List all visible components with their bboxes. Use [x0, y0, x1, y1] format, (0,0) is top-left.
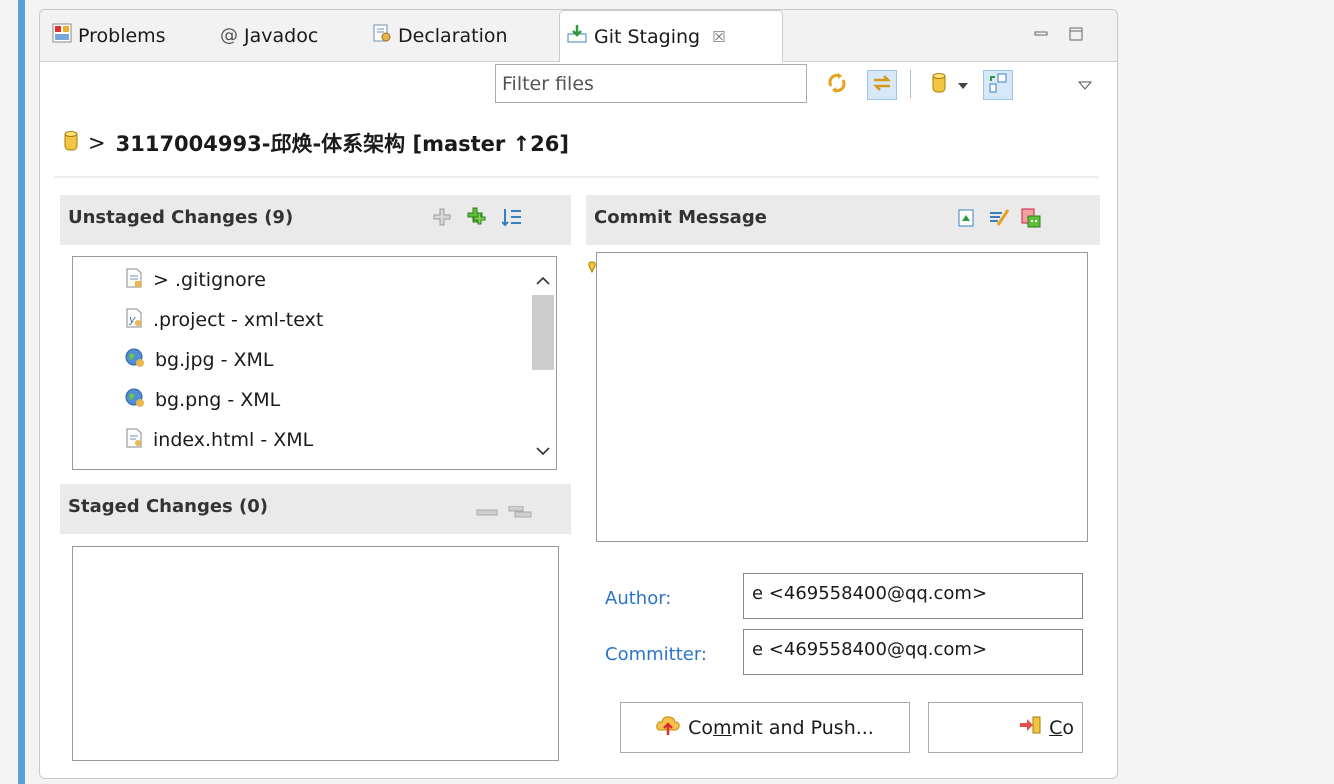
sort-icon[interactable] [501, 207, 522, 232]
commit-message-title: Commit Message [594, 207, 767, 228]
commit-push-label-end: mit and Push... [731, 716, 874, 739]
author-label: Author: [605, 588, 672, 609]
author-field[interactable]: e <469558400@qq.com> [743, 573, 1083, 619]
unstaged-changes-header: Unstaged Changes (9) [60, 195, 571, 245]
repository-dropdown-button[interactable] [953, 70, 973, 100]
html-file-icon [125, 428, 143, 453]
commit-label: Co [1049, 717, 1074, 739]
link-selection-icon [871, 72, 893, 99]
list-item[interactable]: index.html - XML [125, 425, 313, 455]
scroll-down-icon[interactable] [536, 439, 550, 461]
presentation-layout-button[interactable] [983, 70, 1013, 100]
commit-message-header: Commit Message [586, 195, 1100, 245]
view-menu-button[interactable] [1070, 70, 1100, 100]
committer-label: Committer: [605, 644, 707, 665]
amend-icon[interactable] [956, 207, 978, 234]
toolbar-separator [910, 70, 911, 98]
repo-prefix: > [88, 131, 106, 155]
declaration-icon [372, 23, 392, 48]
refresh-button[interactable] [822, 70, 852, 100]
svg-text:y: y [128, 313, 136, 326]
signed-off-icon[interactable] [988, 207, 1010, 234]
divider [54, 176, 1099, 178]
commit-message-textarea[interactable] [596, 252, 1088, 542]
commit-mnemonic: C [1049, 716, 1063, 739]
commit-push-label-start: Co [688, 716, 714, 739]
view-menu-icon [1077, 74, 1093, 96]
file-label: index.html - XML [153, 429, 314, 451]
tab-javadoc[interactable]: @ Javadoc [220, 10, 318, 61]
change-id-icon[interactable] [1020, 207, 1042, 234]
text-file-icon [125, 268, 143, 293]
javadoc-icon: @ [220, 25, 238, 46]
tab-label: Git Staging [594, 25, 701, 48]
repository-button[interactable] [924, 70, 954, 100]
commit-label-rest: o [1062, 716, 1074, 739]
scroll-thumb[interactable] [532, 295, 554, 370]
globe-file-icon [125, 388, 145, 413]
git-staging-view: Problems @ Javadoc Declaration Git Stagi… [39, 9, 1118, 779]
file-label: bg.png - XML [155, 389, 281, 411]
file-label: bg.jpg - XML [155, 349, 274, 371]
unstage-selected-icon[interactable] [476, 502, 498, 523]
file-label: > .gitignore [153, 269, 266, 291]
tab-problems[interactable]: Problems [52, 10, 166, 61]
staged-changes-title: Staged Changes (0) [68, 496, 268, 517]
chevron-down-icon [958, 74, 968, 96]
commit-and-push-button[interactable]: Commit and Push... [620, 702, 910, 753]
refresh-icon [826, 72, 848, 99]
tab-label: Problems [78, 24, 166, 47]
stage-selected-icon[interactable] [432, 207, 452, 232]
layout-icon [987, 72, 1009, 99]
tab-git-staging[interactable]: Git Staging ☒ [559, 10, 783, 62]
unstaged-changes-title: Unstaged Changes (9) [68, 207, 294, 228]
stage-all-icon[interactable] [466, 207, 488, 232]
scroll-up-icon[interactable] [536, 269, 550, 291]
link-selection-button[interactable] [867, 70, 897, 100]
committer-field[interactable]: e <469558400@qq.com> [743, 629, 1083, 675]
minimize-icon[interactable] [1034, 24, 1048, 38]
list-item[interactable]: y .project - xml-text [125, 305, 323, 335]
file-label: .project - xml-text [153, 309, 324, 331]
staged-files-list[interactable] [72, 546, 559, 761]
commit-push-icon [656, 714, 680, 741]
tab-declaration[interactable]: Declaration [372, 10, 508, 61]
filter-files-input[interactable]: Filter files [495, 64, 807, 103]
tab-label: Javadoc [244, 24, 319, 47]
commit-button[interactable]: Co [928, 702, 1083, 753]
maximize-icon[interactable] [1069, 24, 1083, 41]
problems-icon [52, 23, 72, 48]
tab-label: Declaration [398, 24, 508, 47]
repo-name: 3117004993-邱焕-体系架构 [master ↑26] [115, 132, 569, 156]
git-staging-icon [566, 23, 588, 50]
xml-file-icon: y [125, 308, 143, 333]
commit-push-mnemonic: m [713, 716, 732, 739]
repository-icon [931, 71, 947, 100]
repository-icon [64, 130, 78, 157]
commit-and-push-label: Commit and Push... [688, 717, 874, 739]
list-item[interactable]: bg.jpg - XML [125, 345, 274, 375]
close-tab-icon[interactable]: ☒ [712, 28, 725, 46]
list-item[interactable]: > .gitignore [125, 265, 266, 295]
unstaged-scrollbar[interactable] [530, 257, 556, 469]
staged-changes-header: Staged Changes (0) [60, 484, 571, 534]
list-item[interactable]: bg.png - XML [125, 385, 280, 415]
unstage-all-icon[interactable] [508, 502, 532, 523]
globe-file-icon [125, 348, 145, 373]
commit-icon [1019, 715, 1041, 740]
repository-title: > 3117004993-邱焕-体系架构 [master ↑26] [64, 128, 569, 158]
left-accent-bar [18, 0, 25, 784]
unstaged-files-list[interactable]: > .gitignore y .project - xml-text bg.jp… [72, 256, 557, 470]
tab-bar: Problems @ Javadoc Declaration Git Stagi… [40, 10, 1117, 62]
